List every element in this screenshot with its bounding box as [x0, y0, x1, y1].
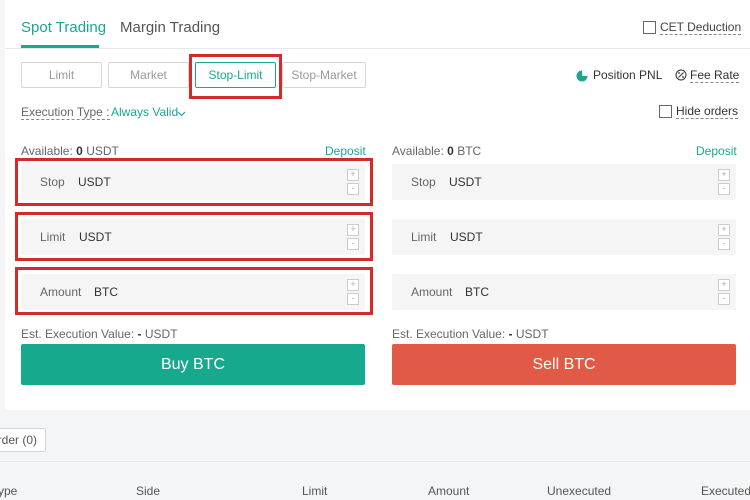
buy-est-unit: USDT — [144, 327, 178, 341]
chevron-down-icon[interactable] — [177, 105, 186, 123]
sell-est-amount: - — [508, 327, 513, 341]
sell-limit-field[interactable]: Limit USDT + - — [392, 219, 736, 255]
buy-available: Available: 0 USDT — [21, 144, 119, 158]
sell-limit-unit: USDT — [450, 230, 483, 244]
sell-available-label: Available: — [392, 144, 444, 158]
column-type: ype — [0, 484, 18, 498]
cet-deduction-checkbox[interactable] — [643, 21, 656, 34]
sell-stop-increment[interactable]: + — [718, 169, 730, 181]
sell-limit-increment[interactable]: + — [718, 224, 730, 236]
sell-amount-decrement[interactable]: - — [718, 293, 730, 305]
order-type-limit[interactable]: Limit — [21, 62, 102, 88]
highlight-buy-limit — [15, 212, 373, 261]
buy-available-label: Available: — [21, 144, 73, 158]
column-executed: Executed — [701, 484, 750, 498]
pie-chart-icon — [576, 69, 588, 87]
hide-orders-label[interactable]: Hide orders — [676, 104, 739, 119]
buy-est-label: Est. Execution Value: — [21, 327, 135, 341]
column-side: Side — [136, 484, 161, 498]
buy-available-value: 0 — [76, 144, 83, 158]
execution-type-label: Execution Type : — [21, 105, 110, 120]
tab-spot-trading[interactable]: Spot Trading — [21, 19, 106, 36]
sell-stop-label: Stop — [411, 175, 436, 189]
fee-rate-link[interactable]: Fee Rate — [690, 68, 740, 83]
column-unexecuted: Unexecuted — [547, 484, 612, 498]
hide-orders-checkbox[interactable] — [659, 105, 672, 118]
highlight-stop-limit — [189, 54, 282, 99]
percent-icon — [675, 68, 687, 86]
sell-est-label: Est. Execution Value: — [392, 327, 506, 341]
buy-est-value: Est. Execution Value: - USDT — [21, 327, 178, 341]
cet-deduction-label[interactable]: CET Deduction — [660, 20, 742, 35]
sell-amount-increment[interactable]: + — [718, 279, 730, 291]
sell-stop-field[interactable]: Stop USDT + - — [392, 164, 736, 200]
sell-est-unit: USDT — [515, 327, 549, 341]
sell-available-value: 0 — [447, 144, 454, 158]
sell-limit-label: Limit — [411, 230, 437, 244]
order-type-market[interactable]: Market — [108, 62, 189, 88]
sell-amount-field[interactable]: Amount BTC + - — [392, 274, 736, 310]
sell-est-value: Est. Execution Value: - USDT — [392, 327, 549, 341]
highlight-buy-stop — [15, 158, 373, 206]
order-type-stop-market[interactable]: Stop-Market — [282, 62, 366, 88]
tab-open-orders[interactable]: rder (0) — [0, 428, 46, 452]
sell-available: Available: 0 BTC — [392, 144, 481, 158]
buy-est-amount: - — [137, 327, 142, 341]
buy-deposit-link[interactable]: Deposit — [325, 144, 366, 158]
sell-limit-decrement[interactable]: - — [718, 238, 730, 250]
orders-divider — [0, 461, 750, 462]
trade-panel: Spot Trading Margin Trading CET Deductio… — [5, 0, 750, 410]
sell-btc-button[interactable]: Sell BTC — [392, 344, 736, 385]
tab-margin-trading[interactable]: Margin Trading — [120, 19, 220, 36]
position-pnl-link[interactable]: Position PNL — [593, 68, 662, 82]
sell-amount-label: Amount — [411, 285, 453, 299]
sell-deposit-link[interactable]: Deposit — [696, 144, 737, 158]
buy-available-unit: USDT — [86, 144, 119, 158]
sell-available-unit: BTC — [457, 144, 482, 158]
tabs-divider — [5, 48, 750, 49]
column-limit: Limit — [302, 484, 328, 498]
sell-stop-unit: USDT — [449, 175, 482, 189]
execution-type-select[interactable]: Always Valid — [111, 105, 178, 119]
buy-btc-button[interactable]: Buy BTC — [21, 344, 365, 385]
sell-stop-decrement[interactable]: - — [718, 183, 730, 195]
column-amount: Amount — [428, 484, 470, 498]
sell-amount-unit: BTC — [465, 285, 489, 299]
highlight-buy-amount — [15, 267, 373, 315]
